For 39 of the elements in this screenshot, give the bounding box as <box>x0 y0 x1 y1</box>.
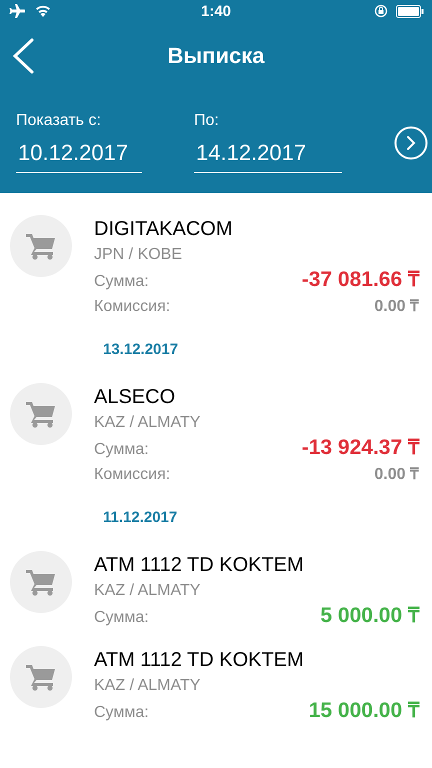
fee-value: 0.00 ₸ <box>374 465 419 485</box>
clock-time: 1:40 <box>200 2 232 20</box>
to-date-field[interactable]: 14.12.2017 <box>194 140 342 173</box>
date-heading: 11.12.2017 <box>103 509 178 526</box>
date-heading: 13.12.2017 <box>103 341 180 358</box>
merchant-location: JPN / KOBE <box>94 245 184 265</box>
amount-value: 15 000.00 ₸ <box>308 698 419 723</box>
amount-value: 5 000.00 ₸ <box>320 603 419 628</box>
chevron-circle-icon <box>394 126 428 160</box>
amount-value: -13 924.37 ₸ <box>302 435 419 460</box>
amount-label: Сумма: <box>94 608 149 628</box>
airplane-icon <box>8 4 25 18</box>
fee-label: Комиссия: <box>94 297 170 317</box>
wifi-icon <box>35 5 51 17</box>
battery-icon <box>396 4 424 18</box>
cart-icon <box>26 568 56 596</box>
cart-icon <box>26 232 56 260</box>
rotation-lock-icon <box>374 4 388 18</box>
merchant-name: ATM 1112 TD KOKTEM <box>94 648 305 673</box>
merchant-location: KAZ / ALMATY <box>94 581 202 601</box>
merchant-name: ATM 1112 TD KOKTEM <box>94 553 305 578</box>
merchant-name: DIGITAKACOM <box>94 217 234 242</box>
cart-icon <box>26 400 56 428</box>
amount-label: Сумма: <box>94 272 149 292</box>
next-button[interactable] <box>394 126 428 160</box>
back-icon <box>12 38 34 74</box>
to-label: По: <box>194 112 220 130</box>
amount-value: -37 081.66 ₸ <box>302 267 419 292</box>
merchant-location: KAZ / ALMATY <box>94 413 202 433</box>
merchant-location: KAZ / ALMATY <box>94 676 202 696</box>
cart-icon <box>26 663 56 691</box>
fee-value: 0.00 ₸ <box>374 297 419 317</box>
merchant-name: ALSECO <box>94 385 176 410</box>
amount-label: Сумма: <box>94 440 149 460</box>
from-date-field[interactable]: 10.12.2017 <box>16 140 142 173</box>
from-label: Показать с: <box>16 112 102 130</box>
screen-title: Выписка <box>168 43 264 69</box>
amount-label: Сумма: <box>94 703 149 723</box>
fee-label: Комиссия: <box>94 465 170 485</box>
